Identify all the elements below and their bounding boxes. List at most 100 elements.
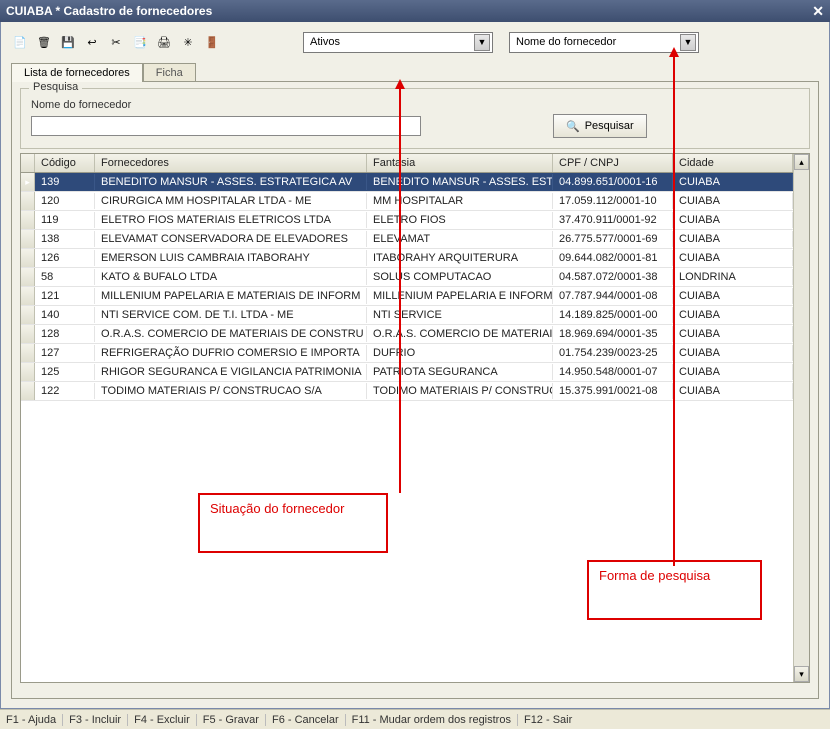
table-row[interactable]: 140NTI SERVICE COM. DE T.I. LTDA - MENTI… xyxy=(21,306,809,325)
table-row[interactable]: 138ELEVAMAT CONSERVADORA DE ELEVADORESEL… xyxy=(21,230,809,249)
statusbar-item: F4 - Excluir xyxy=(127,714,196,726)
chevron-down-icon: ▼ xyxy=(474,34,490,51)
tab-panel-lista: Pesquisa Nome do fornecedor 🔍 Pesquisar … xyxy=(11,81,819,699)
table-row[interactable]: 126EMERSON LUIS CAMBRAIA ITABORAHYITABOR… xyxy=(21,249,809,268)
cell-cidade: CUIABA xyxy=(673,212,793,228)
cell-fornecedor: REFRIGERAÇÃO DUFRIO COMERSIO E IMPORTA xyxy=(95,345,367,361)
table-row[interactable]: 119ELETRO FIOS MATERIAIS ELETRICOS LTDAE… xyxy=(21,211,809,230)
titlebar: CUIABA * Cadastro de fornecedores ✕ xyxy=(0,0,830,22)
cell-fornecedor: EMERSON LUIS CAMBRAIA ITABORAHY xyxy=(95,250,367,266)
tabs: Lista de fornecedores Ficha xyxy=(1,62,829,81)
cut-icon[interactable]: ✂ xyxy=(107,33,125,51)
annotation-status-box: Situação do fornecedor xyxy=(198,493,388,553)
copy-icon[interactable]: 📑 xyxy=(131,33,149,51)
table-row[interactable]: 128O.R.A.S. COMERCIO DE MATERIAIS DE CON… xyxy=(21,325,809,344)
new-icon[interactable]: 📄 xyxy=(11,33,29,51)
col-fantasia[interactable]: Fantasia xyxy=(367,154,553,172)
cell-fantasia: SOLUS COMPUTACAO xyxy=(367,269,553,285)
col-cpfcnpj[interactable]: CPF / CNPJ xyxy=(553,154,673,172)
cell-cidade: CUIABA xyxy=(673,288,793,304)
grid-header: Código Fornecedores Fantasia CPF / CNPJ … xyxy=(21,154,809,173)
delete-icon[interactable]: 🗑 xyxy=(35,33,53,51)
table-row[interactable]: 120CIRURGICA MM HOSPITALAR LTDA - MEMM H… xyxy=(21,192,809,211)
cell-fornecedor: BENEDITO MANSUR - ASSES. ESTRATEGICA AV xyxy=(95,174,367,190)
cell-codigo: 120 xyxy=(35,193,95,209)
cell-cidade: CUIABA xyxy=(673,250,793,266)
scroll-up-icon[interactable]: ▴ xyxy=(794,154,809,170)
search-field-label: Nome do fornecedor xyxy=(31,99,799,111)
window-body: 📄 🗑 💾 ↩ ✂ 📑 🖨 ✳ 🚪 Ativos ▼ Nome do forne… xyxy=(0,22,830,709)
statusbar-item: F12 - Sair xyxy=(517,714,578,726)
sort-value: Nome do fornecedor xyxy=(516,36,616,48)
print-icon[interactable]: 🖨 xyxy=(155,33,173,51)
cell-codigo: 126 xyxy=(35,250,95,266)
statusbar-item: F5 - Gravar xyxy=(196,714,265,726)
cell-cidade: CUIABA xyxy=(673,383,793,399)
row-marker xyxy=(21,268,35,286)
cell-cidade: CUIABA xyxy=(673,174,793,190)
cell-codigo: 58 xyxy=(35,269,95,285)
cell-cidade: CUIABA xyxy=(673,364,793,380)
cell-codigo: 125 xyxy=(35,364,95,380)
cell-fantasia: TODIMO MATERIAIS P/ CONSTRUCAO xyxy=(367,383,553,399)
cell-fornecedor: NTI SERVICE COM. DE T.I. LTDA - ME xyxy=(95,307,367,323)
search-button-label: Pesquisar xyxy=(585,120,634,132)
row-marker xyxy=(21,363,35,381)
search-button[interactable]: 🔍 Pesquisar xyxy=(553,114,647,138)
cell-cpfcnpj: 17.059.112/0001-10 xyxy=(553,193,673,209)
row-marker xyxy=(21,211,35,229)
cell-fantasia: O.R.A.S. COMERCIO DE MATERIAIS DE C xyxy=(367,326,553,342)
row-marker xyxy=(21,287,35,305)
statusbar: F1 - AjudaF3 - IncluirF4 - ExcluirF5 - G… xyxy=(0,709,830,729)
cell-cpfcnpj: 01.754.239/0023-25 xyxy=(553,345,673,361)
export-icon[interactable]: ✳ xyxy=(179,33,197,51)
scroll-down-icon[interactable]: ▾ xyxy=(794,666,809,682)
table-row[interactable]: 58KATO & BUFALO LTDASOLUS COMPUTACAO04.5… xyxy=(21,268,809,287)
chevron-down-icon: ▼ xyxy=(680,34,696,51)
tab-lista[interactable]: Lista de fornecedores xyxy=(11,63,143,82)
cell-codigo: 140 xyxy=(35,307,95,323)
search-input[interactable] xyxy=(31,116,421,136)
cell-fornecedor: RHIGOR SEGURANCA E VIGILANCIA PATRIMONIA xyxy=(95,364,367,380)
tab-ficha[interactable]: Ficha xyxy=(143,63,196,82)
cell-fornecedor: ELETRO FIOS MATERIAIS ELETRICOS LTDA xyxy=(95,212,367,228)
cell-fantasia: BENEDITO MANSUR - ASSES. ESTRATEG xyxy=(367,174,553,190)
table-row[interactable]: ▸139BENEDITO MANSUR - ASSES. ESTRATEGICA… xyxy=(21,173,809,192)
row-marker: ▸ xyxy=(21,173,35,191)
search-group-legend: Pesquisa xyxy=(29,81,82,93)
cell-fantasia: MM HOSPITALAR xyxy=(367,193,553,209)
status-filter-combo[interactable]: Ativos ▼ xyxy=(303,32,493,53)
cell-fornecedor: O.R.A.S. COMERCIO DE MATERIAIS DE CONSTR… xyxy=(95,326,367,342)
grid-scrollbar[interactable]: ▴ ▾ xyxy=(793,154,809,682)
col-fornecedores[interactable]: Fornecedores xyxy=(95,154,367,172)
table-row[interactable]: 127REFRIGERAÇÃO DUFRIO COMERSIO E IMPORT… xyxy=(21,344,809,363)
cell-cpfcnpj: 07.787.944/0001-08 xyxy=(553,288,673,304)
close-icon[interactable]: ✕ xyxy=(812,3,824,20)
annotation-line xyxy=(673,56,675,566)
row-marker xyxy=(21,192,35,210)
cell-cidade: CUIABA xyxy=(673,345,793,361)
cell-cidade: CUIABA xyxy=(673,326,793,342)
exit-icon[interactable]: 🚪 xyxy=(203,33,221,51)
cell-codigo: 122 xyxy=(35,383,95,399)
undo-icon[interactable]: ↩ xyxy=(83,33,101,51)
cell-fornecedor: MILLENIUM PAPELARIA E MATERIAIS DE INFOR… xyxy=(95,288,367,304)
cell-cpfcnpj: 18.969.694/0001-35 xyxy=(553,326,673,342)
toolbar: 📄 🗑 💾 ↩ ✂ 📑 🖨 ✳ 🚪 Ativos ▼ Nome do forne… xyxy=(1,22,829,60)
col-codigo[interactable]: Código xyxy=(35,154,95,172)
cell-cpfcnpj: 04.899.651/0001-16 xyxy=(553,174,673,190)
table-row[interactable]: 125RHIGOR SEGURANCA E VIGILANCIA PATRIMO… xyxy=(21,363,809,382)
cell-codigo: 121 xyxy=(35,288,95,304)
table-row[interactable]: 122TODIMO MATERIAIS P/ CONSTRUCAO S/ATOD… xyxy=(21,382,809,401)
table-row[interactable]: 121MILLENIUM PAPELARIA E MATERIAIS DE IN… xyxy=(21,287,809,306)
cell-cpfcnpj: 04.587.072/0001-38 xyxy=(553,269,673,285)
cell-fornecedor: KATO & BUFALO LTDA xyxy=(95,269,367,285)
grid-header-marker xyxy=(21,154,35,172)
row-marker xyxy=(21,344,35,362)
annotation-sort-box: Forma de pesquisa xyxy=(587,560,762,620)
save-icon[interactable]: 💾 xyxy=(59,33,77,51)
row-marker xyxy=(21,325,35,343)
cell-cidade: CUIABA xyxy=(673,231,793,247)
col-cidade[interactable]: Cidade xyxy=(673,154,793,172)
cell-fornecedor: ELEVAMAT CONSERVADORA DE ELEVADORES xyxy=(95,231,367,247)
